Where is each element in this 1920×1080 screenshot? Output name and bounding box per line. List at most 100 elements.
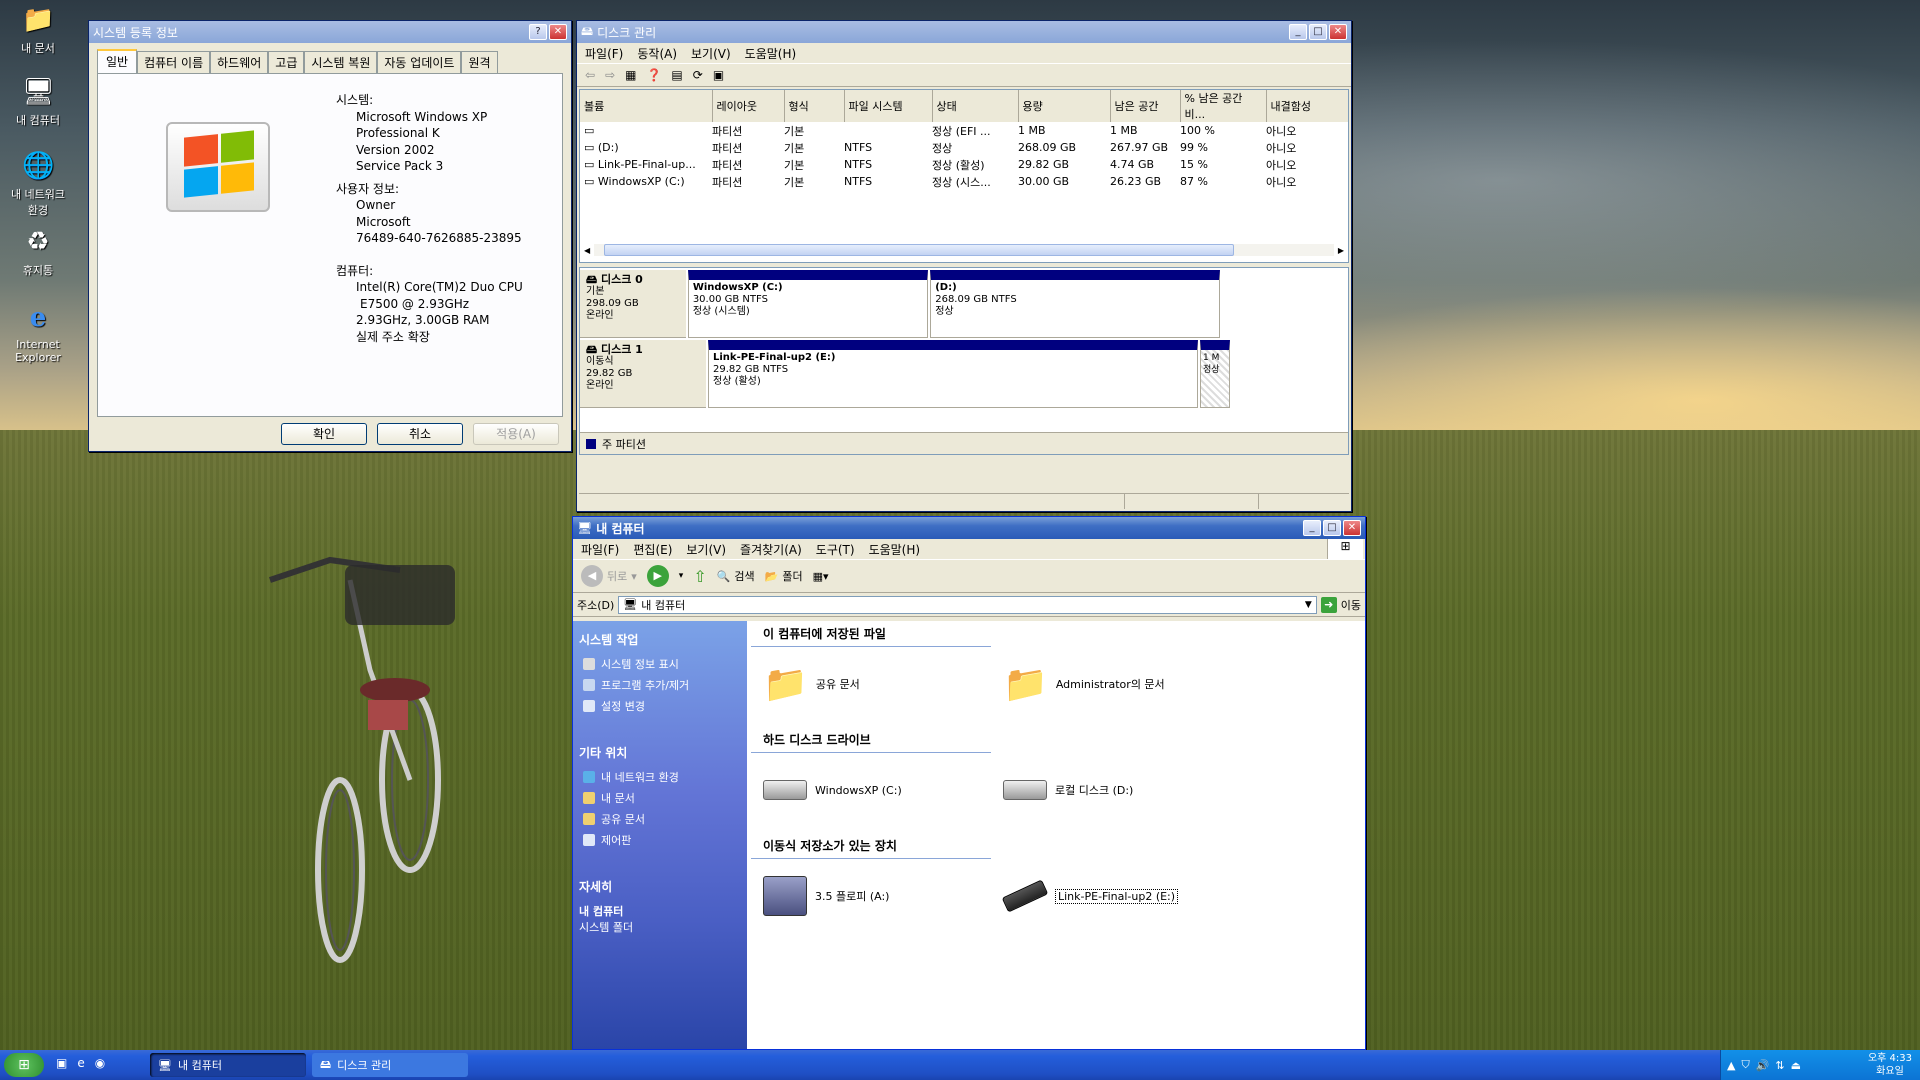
desktop-icon-recycle-bin[interactable]: ♻ 휴지통: [6, 226, 70, 278]
taskbar-item-disk-management[interactable]: 🖴 디스크 관리: [312, 1053, 468, 1077]
help-icon[interactable]: ❓: [646, 68, 661, 82]
close-button[interactable]: ✕: [1343, 520, 1361, 536]
disk-1-row[interactable]: 🖴 디스크 1 이동식 29.82 GB 온라인 Link-PE-Final-u…: [580, 340, 1230, 408]
tab-general[interactable]: 일반: [97, 49, 138, 73]
col-free-space[interactable]: 남은 공간: [1110, 90, 1181, 122]
col-capacity[interactable]: 용량: [1018, 90, 1111, 122]
menu-file[interactable]: 파일(F): [585, 45, 623, 61]
table-row[interactable]: ▭ (D:) 파티션 기본 NTFS 정상 268.09 GB 267.97 GB 99 % 아…: [580, 139, 1348, 156]
col-volume[interactable]: 볼륨: [580, 90, 713, 122]
menu-help[interactable]: 도움말(H): [745, 45, 797, 61]
shared-documents-item[interactable]: 📁 공유 문서: [763, 659, 1003, 709]
minimize-button[interactable]: _: [1303, 520, 1321, 536]
desktop-icon-network[interactable]: 🌐 내 네트워크 환경: [6, 150, 70, 218]
media-player-icon[interactable]: ◉: [95, 1056, 105, 1070]
refresh-icon[interactable]: ⟳: [693, 68, 703, 82]
tray-arrow-icon[interactable]: ▲: [1727, 1059, 1735, 1072]
place-network[interactable]: 내 네트워크 환경: [583, 769, 741, 785]
tab-advanced[interactable]: 고급: [268, 51, 305, 73]
chevron-down-icon[interactable]: ▼: [1305, 600, 1312, 610]
close-button[interactable]: ✕: [1329, 24, 1347, 40]
forward-arrow-icon[interactable]: ▶: [646, 565, 669, 587]
maximize-button[interactable]: □: [1323, 520, 1341, 536]
back-button[interactable]: ◀ 뒤로 ▾: [581, 565, 637, 587]
show-desktop-icon[interactable]: ▣: [56, 1056, 67, 1070]
apply-button[interactable]: 적용(A): [473, 423, 559, 445]
disk-0-row[interactable]: 🖴 디스크 0 기본 298.09 GB 온라인 WindowsXP (C:) …: [580, 270, 1220, 338]
clock[interactable]: 오후 4:33 화요일: [1868, 1052, 1912, 1078]
admin-documents-item[interactable]: 📁 Administrator의 문서: [1003, 659, 1243, 709]
console-tree-icon[interactable]: ▦: [625, 68, 636, 82]
folders-button[interactable]: 📂 폴더: [765, 568, 803, 584]
title-bar[interactable]: 시스템 등록 정보 ? ✕: [89, 21, 571, 43]
floppy-item[interactable]: 3.5 플로피 (A:): [763, 871, 1003, 921]
place-my-documents[interactable]: 내 문서: [583, 790, 741, 806]
start-button[interactable]: ⊞: [4, 1053, 44, 1077]
cancel-button[interactable]: 취소: [377, 423, 463, 445]
taskbar-item-my-computer[interactable]: 🖥 내 컴퓨터: [150, 1053, 306, 1077]
menu-favorites[interactable]: 즐겨찾기(A): [740, 541, 802, 557]
maximize-button[interactable]: □: [1309, 24, 1327, 40]
tab-system-restore[interactable]: 시스템 복원: [304, 51, 378, 73]
close-button[interactable]: ✕: [549, 24, 567, 40]
up-folder-icon[interactable]: ⇧: [693, 567, 706, 586]
col-type[interactable]: 형식: [784, 90, 845, 122]
other-places-title[interactable]: 기타 위치: [579, 744, 741, 761]
usb-drive-item[interactable]: Link-PE-Final-up2 (E:): [1001, 871, 1243, 921]
go-button[interactable]: ➜ 이동: [1320, 596, 1361, 613]
network-icon[interactable]: ⇅: [1775, 1059, 1784, 1072]
minimize-button[interactable]: _: [1289, 24, 1307, 40]
back-arrow-icon[interactable]: ⇦: [585, 68, 595, 82]
table-row[interactable]: ▭ 파티션 기본 정상 (EFI ... 1 MB 1 MB 100 % 아니오: [580, 122, 1348, 139]
table-row[interactable]: ▭ WindowsXP (C:) 파티션 기본 NTFS 정상 (시스... 30.00 …: [580, 173, 1348, 190]
scroll-thumb[interactable]: [604, 244, 1235, 256]
menu-help[interactable]: 도움말(H): [869, 541, 921, 557]
menu-edit[interactable]: 편집(E): [633, 541, 672, 557]
tab-remote[interactable]: 원격: [461, 51, 498, 73]
desktop-icon-ie[interactable]: e Internet Explorer: [6, 302, 70, 364]
task-view-system-info[interactable]: 시스템 정보 표시: [583, 656, 741, 672]
search-button[interactable]: 🔍 검색: [717, 568, 755, 584]
drive-c-item[interactable]: WindowsXP (C:): [763, 765, 1003, 815]
system-tasks-title[interactable]: 시스템 작업: [579, 631, 741, 648]
partition-d[interactable]: (D:) 268.09 GB NTFS 정상: [930, 270, 1220, 338]
views-icon[interactable]: ▦▾: [813, 570, 829, 583]
volume-icon[interactable]: 🔊: [1756, 1059, 1770, 1072]
desktop-icon-my-computer[interactable]: 🖥 내 컴퓨터: [6, 76, 70, 128]
col-file-system[interactable]: 파일 시스템: [844, 90, 933, 122]
place-control-panel[interactable]: 제어판: [583, 832, 741, 848]
col-percent-free[interactable]: % 남은 공간 비...: [1180, 90, 1267, 122]
table-row[interactable]: ▭ Link-PE-Final-up... 파티션 기본 NTFS 정상 (활성) 29.…: [580, 156, 1348, 173]
scroll-left-icon[interactable]: ◀: [584, 246, 590, 255]
drive-d-item[interactable]: 로컬 디스크 (D:): [1003, 765, 1243, 815]
safely-remove-icon[interactable]: ⏏: [1791, 1059, 1801, 1072]
col-layout[interactable]: 레이아웃: [712, 90, 785, 122]
properties-icon[interactable]: ▤: [671, 68, 682, 82]
menu-view[interactable]: 보기(V): [691, 45, 731, 61]
address-input[interactable]: 🖥 내 컴퓨터 ▼: [618, 595, 1317, 614]
tab-auto-update[interactable]: 자동 업데이트: [377, 51, 462, 73]
details-title[interactable]: 자세히: [579, 878, 741, 895]
partition-c[interactable]: WindowsXP (C:) 30.00 GB NTFS 정상 (시스템): [687, 270, 929, 338]
col-status[interactable]: 상태: [932, 90, 1019, 122]
ok-button[interactable]: 확인: [281, 423, 367, 445]
place-shared-documents[interactable]: 공유 문서: [583, 811, 741, 827]
ie-icon[interactable]: e: [77, 1056, 84, 1070]
desktop-icon-my-documents[interactable]: 📁 내 문서: [6, 4, 70, 56]
task-change-setting[interactable]: 설정 변경: [583, 698, 741, 714]
menu-view[interactable]: 보기(V): [686, 541, 726, 557]
menu-file[interactable]: 파일(F): [581, 541, 619, 557]
security-shield-icon[interactable]: ⛉: [1741, 1058, 1749, 1072]
task-add-remove-programs[interactable]: 프로그램 추가/제거: [583, 677, 741, 693]
partition-e[interactable]: Link-PE-Final-up2 (E:) 29.82 GB NTFS 정상 …: [708, 340, 1198, 408]
rescan-icon[interactable]: ▣: [713, 68, 724, 82]
col-fault-tolerance[interactable]: 내결함성: [1266, 90, 1348, 122]
horizontal-scrollbar[interactable]: ◀ ▶: [584, 242, 1344, 258]
scroll-right-icon[interactable]: ▶: [1338, 246, 1344, 255]
help-button[interactable]: ?: [529, 24, 547, 40]
tab-hardware[interactable]: 하드웨어: [210, 51, 269, 73]
title-bar[interactable]: 🖴 디스크 관리 _ □ ✕: [577, 21, 1351, 43]
tab-computer-name[interactable]: 컴퓨터 이름: [137, 51, 211, 73]
title-bar[interactable]: 🖥 내 컴퓨터 _ □ ✕: [573, 517, 1365, 539]
partition-efi[interactable]: 1 M 정상: [1200, 340, 1230, 408]
